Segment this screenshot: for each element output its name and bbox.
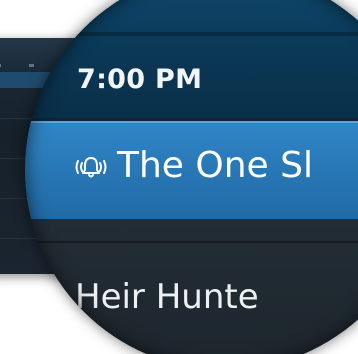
selected-program-row[interactable]: The One Sl <box>25 121 358 219</box>
time-header-band: 7:00 PM <box>25 0 358 120</box>
next-program-title[interactable]: Heir Hunte <box>75 277 259 317</box>
magnifier-lens: 7:00 PM The One Sl Heir Hunte <box>25 0 358 354</box>
selected-program-title: The One Sl <box>117 145 313 186</box>
tv-guide-magnified-view: 7:00 PM The One Sl Heir Hunte <box>0 0 358 354</box>
row-divider <box>25 241 358 243</box>
time-slot-label: 7:00 PM <box>77 64 203 95</box>
bell-reminder-icon <box>73 153 109 183</box>
header-shade <box>25 32 358 36</box>
program-list-rows: Heir Hunte <box>25 219 358 354</box>
